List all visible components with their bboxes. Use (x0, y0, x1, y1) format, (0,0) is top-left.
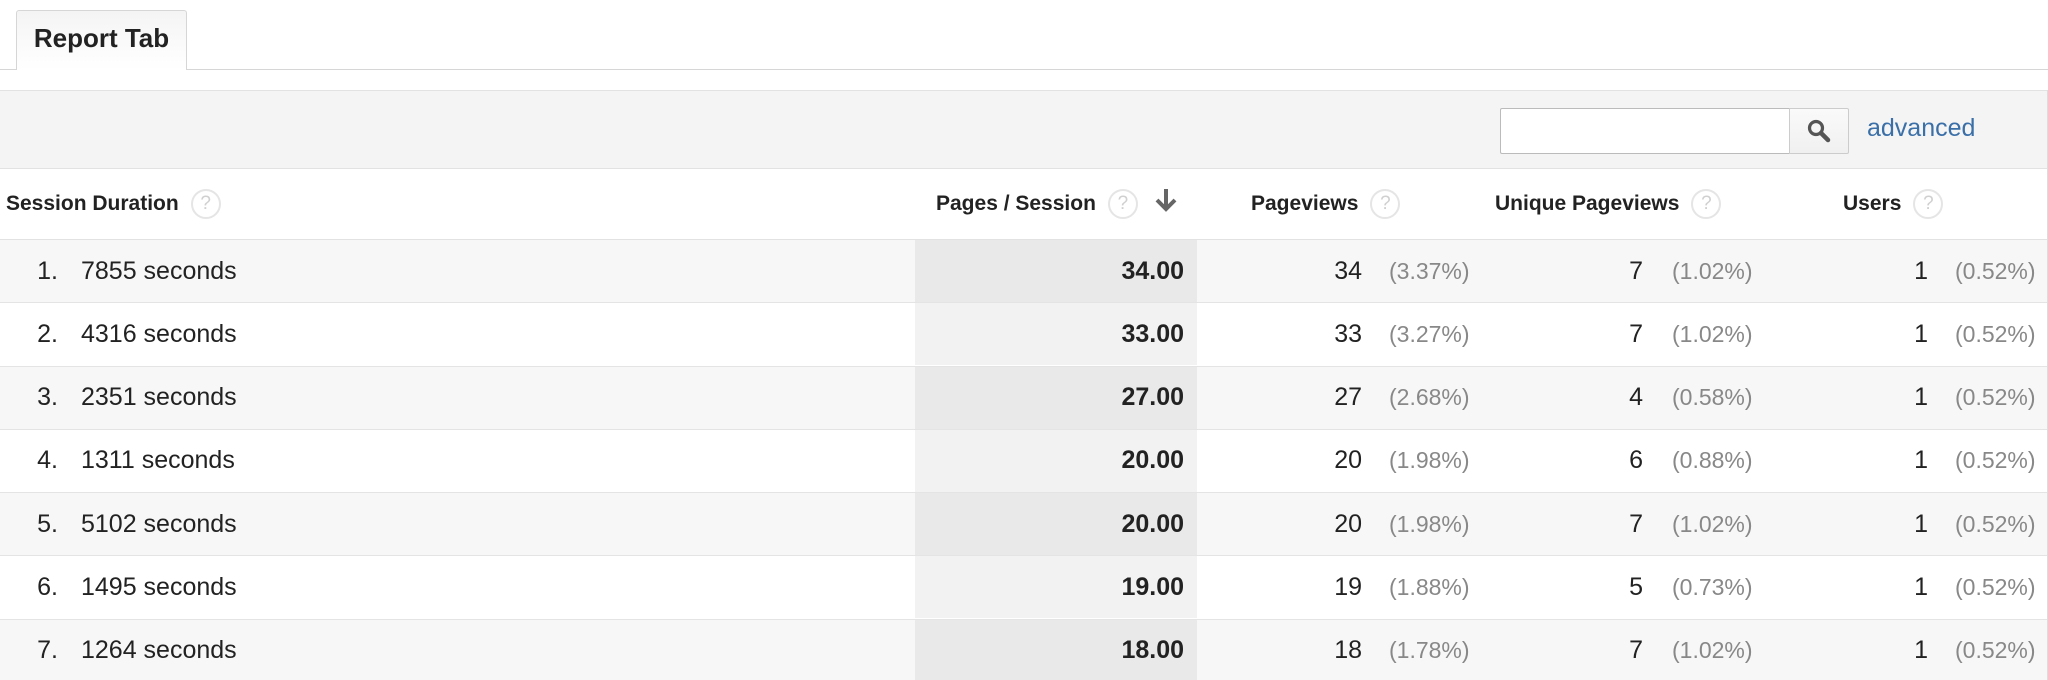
unique-pageviews-value: 4 (1629, 383, 1643, 412)
row-index: 3. (37, 383, 58, 412)
session-duration-value[interactable]: 1495 seconds (81, 556, 237, 618)
users-value: 1 (1914, 256, 1928, 285)
tab-label: Report Tab (33, 23, 170, 53)
pageviews-value: 18 (1334, 636, 1362, 665)
row-index: 2. (37, 319, 58, 348)
session-duration-value[interactable]: 5102 seconds (81, 493, 237, 555)
session-duration-value[interactable]: 2351 seconds (81, 367, 237, 429)
row-index: 7. (37, 636, 58, 665)
table-row: 5. 5102 seconds 20.00 20 (1.98%) 7 (1.02… (0, 493, 2047, 557)
users-percent: (0.52%) (1955, 257, 2036, 284)
column-header-pages-per-session[interactable]: Pages / Session ? (936, 169, 1178, 239)
users-value: 1 (1914, 509, 1928, 538)
pageviews-value: 33 (1334, 319, 1362, 348)
pageviews-percent: (1.98%) (1389, 447, 1470, 474)
pages-per-session-value: 20.00 (915, 493, 1197, 556)
unique-pageviews-value: 7 (1629, 509, 1643, 538)
column-header-users[interactable]: Users ? (1843, 169, 1944, 239)
users-percent: (0.52%) (1955, 510, 2036, 537)
unique-pageviews-value: 6 (1629, 446, 1643, 475)
column-label: Unique Pageviews (1495, 192, 1680, 215)
unique-pageviews-value: 5 (1629, 572, 1643, 601)
pageviews-percent: (1.78%) (1389, 637, 1470, 664)
unique-pageviews-percent: (0.58%) (1672, 384, 1753, 411)
users-value: 1 (1914, 319, 1928, 348)
help-icon[interactable]: ? (190, 189, 221, 219)
row-index: 4. (37, 446, 58, 475)
column-label: Session Duration (6, 192, 179, 215)
row-index: 5. (37, 509, 58, 538)
table-row: 3. 2351 seconds 27.00 27 (2.68%) 4 (0.58… (0, 366, 2047, 430)
column-label: Users (1843, 192, 1902, 215)
unique-pageviews-value: 7 (1629, 319, 1643, 348)
pageviews-percent: (2.68%) (1389, 384, 1470, 411)
table-header: Session Duration ? Pages / Session ? Pag… (0, 169, 2047, 240)
report-table-panel: advanced Session Duration ? Pages / Sess… (0, 90, 2048, 680)
help-icon[interactable]: ? (1370, 189, 1401, 219)
column-header-session-duration[interactable]: Session Duration ? (6, 169, 221, 239)
pageviews-percent: (1.88%) (1389, 573, 1470, 600)
column-header-unique-pageviews[interactable]: Unique Pageviews ? (1495, 169, 1722, 239)
table-row: 4. 1311 seconds 20.00 20 (1.98%) 6 (0.88… (0, 429, 2047, 494)
users-percent: (0.52%) (1955, 637, 2036, 664)
row-index: 1. (37, 256, 58, 285)
sort-descending-arrow-icon[interactable] (1154, 187, 1178, 213)
tab-report[interactable]: Report Tab (16, 10, 187, 70)
help-icon[interactable]: ? (1107, 189, 1138, 219)
users-percent: (0.52%) (1955, 320, 2036, 347)
pageviews-value: 20 (1334, 446, 1362, 475)
session-duration-value[interactable]: 1264 seconds (81, 620, 237, 680)
unique-pageviews-percent: (1.02%) (1672, 510, 1753, 537)
pageviews-value: 34 (1334, 256, 1362, 285)
pageviews-value: 19 (1334, 572, 1362, 601)
column-header-pageviews[interactable]: Pageviews ? (1251, 169, 1401, 239)
users-percent: (0.52%) (1955, 447, 2036, 474)
unique-pageviews-value: 7 (1629, 256, 1643, 285)
pageviews-percent: (3.37%) (1389, 257, 1470, 284)
unique-pageviews-percent: (1.02%) (1672, 320, 1753, 347)
session-duration-value[interactable]: 7855 seconds (81, 240, 237, 302)
table-toolbar: advanced (0, 90, 2047, 169)
pageviews-value: 27 (1334, 383, 1362, 412)
help-icon[interactable]: ? (1691, 189, 1722, 219)
pages-per-session-value: 33.00 (915, 303, 1197, 366)
table-row: 1. 7855 seconds 34.00 34 (3.37%) 7 (1.02… (0, 240, 2047, 304)
pages-per-session-value: 18.00 (915, 619, 1197, 680)
users-value: 1 (1914, 446, 1928, 475)
users-value: 1 (1914, 636, 1928, 665)
magnifier-icon (1807, 119, 1831, 143)
search-button[interactable] (1789, 108, 1849, 154)
pages-per-session-value: 27.00 (915, 366, 1197, 429)
unique-pageviews-value: 7 (1629, 636, 1643, 665)
unique-pageviews-percent: (1.02%) (1672, 257, 1753, 284)
users-percent: (0.52%) (1955, 384, 2036, 411)
help-icon[interactable]: ? (1913, 189, 1944, 219)
unique-pageviews-percent: (1.02%) (1672, 637, 1753, 664)
pageviews-percent: (1.98%) (1389, 510, 1470, 537)
search-input[interactable] (1500, 108, 1791, 154)
users-value: 1 (1914, 572, 1928, 601)
column-label: Pages / Session (936, 192, 1096, 215)
row-index: 6. (37, 572, 58, 601)
column-label: Pageviews (1251, 192, 1359, 215)
table-row: 7. 1264 seconds 18.00 18 (1.78%) 7 (1.02… (0, 619, 2047, 680)
pages-per-session-value: 19.00 (915, 556, 1197, 619)
table-body: 1. 7855 seconds 34.00 34 (3.37%) 7 (1.02… (0, 240, 2047, 680)
pageviews-value: 20 (1334, 509, 1362, 538)
unique-pageviews-percent: (0.73%) (1672, 573, 1753, 600)
tab-bar: Report Tab (0, 0, 2048, 70)
pageviews-percent: (3.27%) (1389, 320, 1470, 347)
table-row: 6. 1495 seconds 19.00 19 (1.88%) 5 (0.73… (0, 556, 2047, 620)
advanced-link[interactable]: advanced (1867, 114, 1975, 143)
session-duration-value[interactable]: 4316 seconds (81, 303, 237, 365)
session-duration-value[interactable]: 1311 seconds (81, 430, 235, 492)
pages-per-session-value: 34.00 (915, 240, 1197, 302)
table-row: 2. 4316 seconds 33.00 33 (3.27%) 7 (1.02… (0, 303, 2047, 367)
pages-per-session-value: 20.00 (915, 429, 1197, 492)
users-value: 1 (1914, 383, 1928, 412)
users-percent: (0.52%) (1955, 573, 2036, 600)
unique-pageviews-percent: (0.88%) (1672, 447, 1753, 474)
